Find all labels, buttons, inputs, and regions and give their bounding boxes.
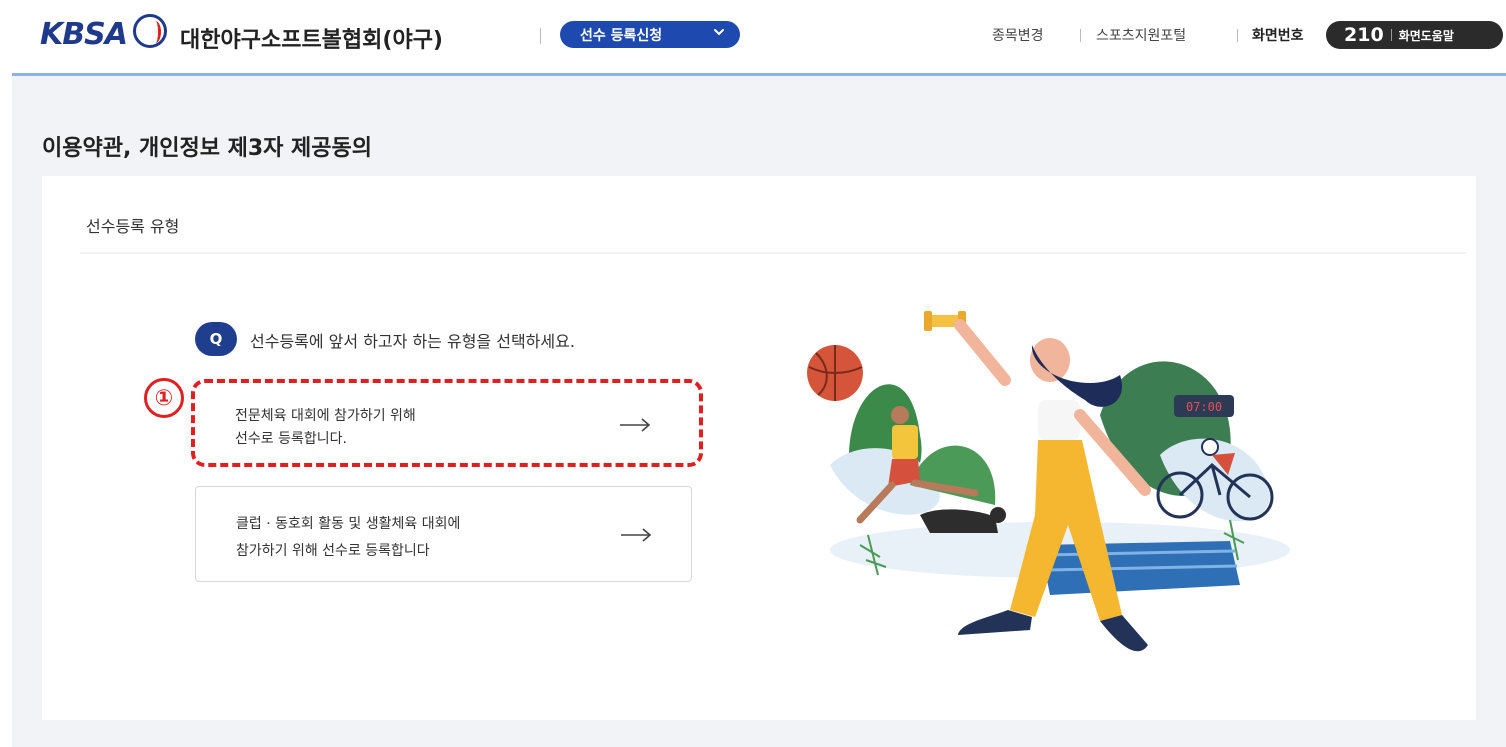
step-marker: ① — [144, 378, 184, 418]
screen-help-button[interactable]: 210 화면도움말 — [1326, 21, 1503, 49]
logo-text: KBSA — [40, 17, 128, 52]
top-header: KBSA 대한야구소프트볼협회(야구) 선수 등록신청 종목변경 스포츠지원포털… — [0, 0, 1506, 74]
org-title: 대한야구소프트볼협회(야구) — [180, 28, 443, 53]
question-text: 선수등록에 앞서 하고자 하는 유형을 선택하세요. — [250, 332, 575, 351]
link-divider — [1080, 29, 1081, 42]
option-line: 참가하기 위해 선수로 등록합니다 — [236, 543, 430, 559]
runner-shirt — [892, 425, 918, 459]
menu-dropdown-label: 선수 등록신청 — [580, 27, 663, 44]
question-badge: Q — [195, 322, 237, 356]
runner-head — [891, 406, 909, 424]
dog-head — [990, 507, 1006, 523]
option-line: 클럽 · 동호회 활동 및 생활체육 대회에 — [236, 516, 461, 532]
woman-arm — [954, 319, 1011, 386]
section-title: 선수등록 유형 — [86, 217, 180, 236]
change-sport-link[interactable]: 종목변경 — [992, 25, 1044, 45]
screen-help-label: 화면도움말 — [1398, 28, 1454, 43]
screen-number-label: 화면번호 — [1252, 28, 1304, 44]
selection-highlight — [191, 379, 703, 467]
woman-shoe — [958, 610, 1032, 635]
woman-top — [1038, 400, 1080, 440]
chevron-down-icon — [712, 25, 726, 43]
pill-divider — [1390, 29, 1392, 41]
kbsa-logo[interactable]: KBSA — [38, 10, 170, 60]
title-divider — [540, 28, 541, 44]
sports-illustration: 07:00 — [807, 311, 1290, 652]
screen-number: 210 — [1344, 24, 1384, 46]
cyclist-head — [1201, 438, 1219, 456]
sports-portal-link[interactable]: 스포츠지원포털 — [1096, 25, 1186, 45]
baseball-icon — [133, 14, 167, 48]
section-divider — [80, 252, 1466, 254]
menu-dropdown-button[interactable]: 선수 등록신청 — [560, 21, 740, 48]
dumbbell-end — [924, 311, 932, 331]
dog — [920, 509, 998, 533]
woman-head — [1030, 338, 1070, 382]
page-title: 이용약관, 개인정보 제3자 제공동의 — [42, 136, 373, 161]
arrow-right-icon — [621, 528, 652, 542]
option-club-sports[interactable]: 클럽 · 동호회 활동 및 생활체육 대회에 참가하기 위해 선수로 등록합니다 — [195, 486, 692, 582]
woman-shoe — [1100, 615, 1148, 652]
timer-text: 07:00 — [1186, 400, 1222, 414]
link-divider — [1237, 29, 1238, 42]
